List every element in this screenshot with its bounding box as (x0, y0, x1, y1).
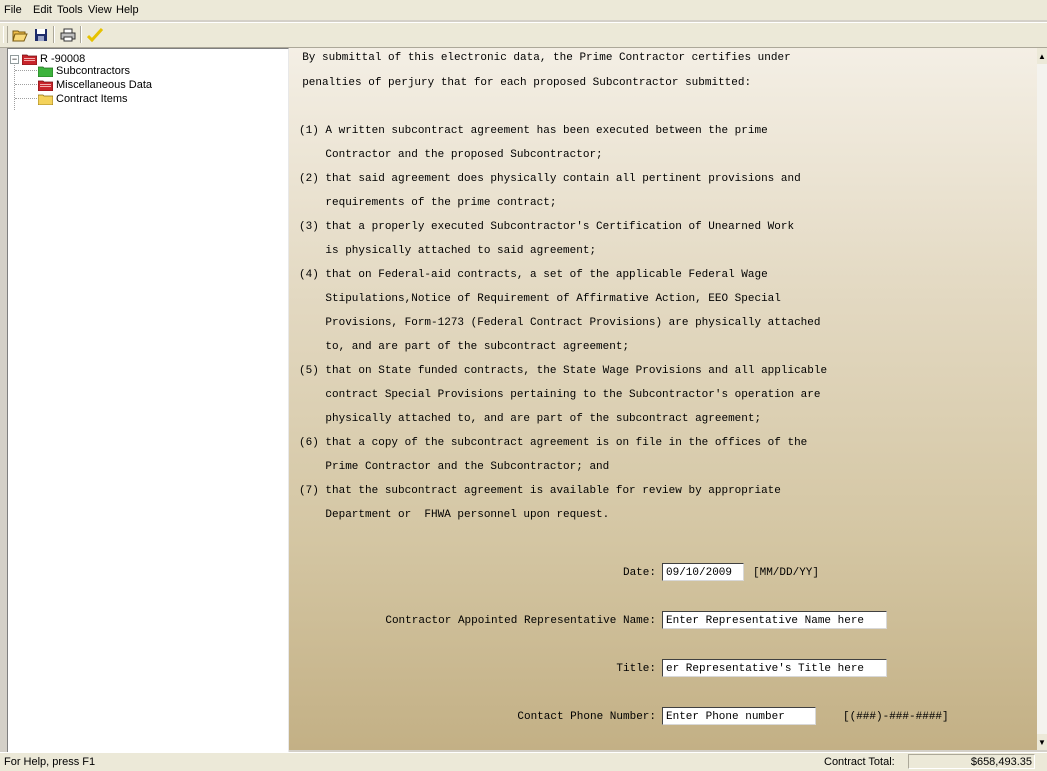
scroll-up-button[interactable]: ▲ (1037, 48, 1047, 64)
intro-line: penalties of perjury that for each propo… (289, 77, 752, 89)
menu-view[interactable]: View (88, 4, 112, 16)
menu-file[interactable]: File (4, 4, 22, 16)
item-line: (5) that on State funded contracts, the … (299, 365, 828, 377)
open-button[interactable] (10, 25, 30, 45)
item-line: requirements of the prime contract; (299, 197, 557, 209)
collapse-icon[interactable]: − (10, 54, 19, 64)
tree-node-label: Subcontractors (56, 65, 130, 77)
title-field[interactable]: er Representative's Title here (662, 659, 887, 677)
vertical-scrollbar[interactable]: ▲ ▼ (1037, 48, 1047, 750)
representative-name-field[interactable]: Enter Representative Name here (662, 611, 887, 629)
save-disk-icon (35, 29, 47, 41)
red-folder-icon (22, 54, 37, 65)
toolbar (0, 22, 1047, 48)
menu-edit[interactable]: Edit (33, 4, 52, 16)
contract-total-label: Contract Total: (824, 756, 895, 768)
phone-format-hint: [(###)-###-####] (843, 711, 949, 723)
certification-panel: By submittal of this electronic data, th… (289, 48, 1037, 750)
item-line: Provisions, Form-1273 (Federal Contract … (299, 317, 821, 329)
tree-node-subcontractors[interactable]: Subcontractors (38, 64, 130, 78)
red-folder-icon (38, 80, 53, 91)
validate-button[interactable] (85, 25, 105, 45)
item-line: (6) that a copy of the subcontract agree… (299, 437, 808, 449)
date-label: Date: (622, 567, 656, 579)
menu-bar: File Edit Tools View Help (0, 0, 1047, 20)
tree-connector (15, 70, 37, 71)
phone-label: Contact Phone Number: (517, 711, 656, 723)
item-line: to, and are part of the subcontract agre… (299, 341, 630, 353)
item-line: (3) that a properly executed Subcontract… (299, 221, 795, 233)
open-folder-icon (12, 30, 28, 42)
item-line: Stipulations,Notice of Requirement of Af… (299, 293, 781, 305)
tree-view[interactable]: − R -90008 Subcontractors Miscellaneous … (7, 48, 289, 754)
tree-connector (15, 84, 37, 85)
status-help-text: For Help, press F1 (4, 756, 96, 768)
item-line: (4) that on Federal-aid contracts, a set… (299, 269, 768, 281)
up-arrow-icon: ▲ (1038, 51, 1046, 61)
tree-node-label: Miscellaneous Data (56, 79, 152, 91)
checkmark-icon (87, 28, 103, 42)
intro-line: By submittal of this electronic data, th… (289, 52, 791, 64)
tree-node-contract-items[interactable]: Contract Items (38, 92, 128, 106)
contract-total-value: $658,493.35 (908, 754, 1035, 769)
item-line: Department or FHWA personnel upon reques… (299, 509, 610, 521)
status-bar: For Help, press F1 Contract Total: $658,… (0, 752, 1047, 771)
toolbar-separator (53, 26, 55, 43)
item-line: Contractor and the proposed Subcontracto… (299, 149, 603, 161)
green-folder-icon (38, 66, 53, 77)
print-icon (60, 28, 76, 42)
item-line: (1) A written subcontract agreement has … (299, 125, 768, 137)
date-format-hint: [MM/DD/YY] (753, 567, 820, 579)
item-line: physically attached to, and are part of … (299, 413, 762, 425)
phone-field[interactable]: Enter Phone number (662, 707, 816, 725)
tree-node-label: Contract Items (56, 93, 128, 105)
title-label: Title: (616, 663, 656, 675)
menu-tools[interactable]: Tools (57, 4, 83, 16)
scroll-down-button[interactable]: ▼ (1037, 734, 1047, 750)
save-button[interactable] (31, 25, 51, 45)
down-arrow-icon: ▼ (1038, 737, 1046, 747)
tree-node-miscellaneous-data[interactable]: Miscellaneous Data (38, 78, 152, 92)
item-line: (7) that the subcontract agreement is av… (299, 485, 781, 497)
item-line: (2) that said agreement does physically … (299, 173, 801, 185)
tree-connector (15, 98, 37, 99)
toolbar-separator (80, 26, 82, 43)
item-line: is physically attached to said agreement… (299, 245, 597, 257)
toolbar-grip[interactable] (3, 26, 8, 43)
date-field[interactable]: 09/10/2009 (662, 563, 744, 581)
yellow-folder-icon (38, 94, 53, 105)
menu-help[interactable]: Help (116, 4, 139, 16)
print-button[interactable] (58, 25, 78, 45)
representative-name-label: Contractor Appointed Representative Name… (385, 615, 656, 627)
item-line: Prime Contractor and the Subcontractor; … (299, 461, 610, 473)
item-line: contract Special Provisions pertaining t… (299, 389, 821, 401)
